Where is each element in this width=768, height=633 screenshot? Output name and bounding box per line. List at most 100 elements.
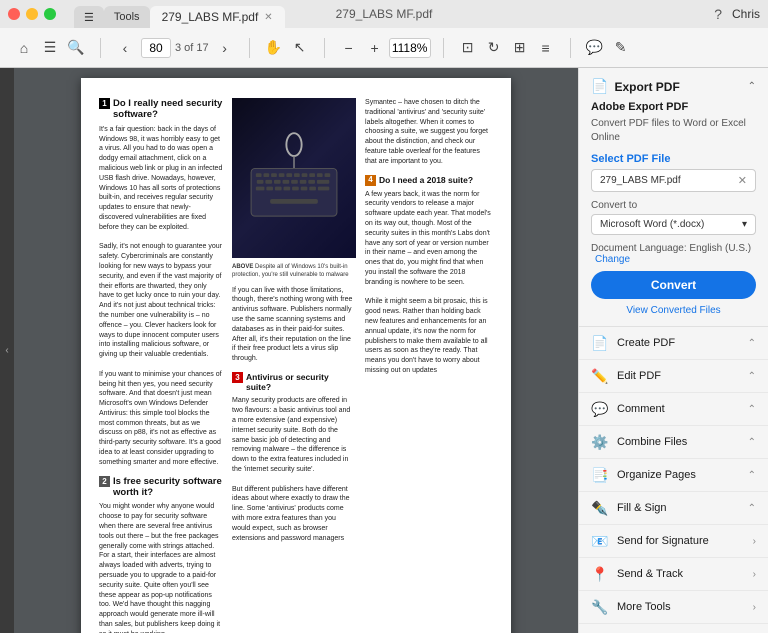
send-track-icon: 📍: [591, 565, 609, 583]
tab-bar: ☰ Tools 279_LABS MF.pdf ✕: [74, 0, 285, 28]
page-nav: ‹ 3 of 17 ›: [109, 36, 241, 60]
window-title: 279_LABS MF.pdf: [336, 7, 433, 21]
select-file-link[interactable]: Select PDF File: [591, 153, 756, 165]
zoom-out-button[interactable]: −: [337, 36, 361, 60]
send-track-action[interactable]: 📍 Send & Track ›: [579, 558, 768, 591]
separator-5: [570, 38, 571, 58]
page-input[interactable]: [141, 38, 171, 58]
help-icon[interactable]: ?: [714, 6, 722, 22]
pdf-tab[interactable]: 279_LABS MF.pdf ✕: [150, 6, 285, 28]
pen-button[interactable]: ✎: [609, 36, 633, 60]
hand-tool-button[interactable]: ✋: [262, 36, 286, 60]
comment-action[interactable]: 💬 Comment ⌃: [579, 393, 768, 426]
zoom-tools: − +: [333, 36, 435, 60]
article1-num: 1: [99, 98, 110, 109]
view-files-link[interactable]: View Converted Files: [591, 305, 756, 316]
organize-pages-label: Organize Pages: [617, 469, 740, 481]
organize-pages-action[interactable]: 📑 Organize Pages ⌃: [579, 459, 768, 492]
change-link[interactable]: Change: [595, 254, 630, 265]
export-pdf-section: 📄 Export PDF ⌃ Adobe Export PDF Convert …: [579, 68, 768, 327]
send-signature-icon: 📧: [591, 532, 609, 550]
article1-body: It's a fair question: back in the days o…: [99, 125, 223, 468]
adobe-export-desc: Convert PDF files to Word or Excel Onlin…: [591, 117, 756, 145]
view-tools: ⊡ ↻ ⊞ ≡: [452, 36, 562, 60]
more-tools-label: More Tools: [617, 601, 745, 613]
organize-pages-chevron: ⌃: [748, 470, 756, 481]
edit-pdf-chevron: ⌃: [748, 371, 756, 382]
article3-title: Antivirus or security suite?: [246, 372, 356, 392]
export-pdf-chevron[interactable]: ⌃: [748, 81, 756, 92]
pdf-col2: ABOVE Despite all of Windows 10's built-…: [229, 98, 359, 633]
create-pdf-chevron: ⌃: [748, 338, 756, 349]
doc-language-row: Document Language: English (U.S.) Change: [591, 243, 756, 265]
export-header: 📄 Export PDF ⌃: [591, 78, 756, 95]
organize-pages-icon: 📑: [591, 466, 609, 484]
more-tools-action[interactable]: 🔧 More Tools ›: [579, 591, 768, 624]
edit-pdf-icon: ✏️: [591, 367, 609, 385]
comment-label: Comment: [617, 403, 740, 415]
adobe-export-title: Adobe Export PDF: [591, 101, 756, 113]
article-image: [232, 98, 356, 258]
two-page-button[interactable]: ⊞: [508, 36, 532, 60]
minimize-button[interactable]: [26, 8, 38, 20]
combine-files-action[interactable]: ⚙️ Combine Files ⌃: [579, 426, 768, 459]
format-select[interactable]: Microsoft Word (*.docx) ▾: [591, 214, 756, 235]
user-label: Chris: [732, 7, 760, 21]
convert-button[interactable]: Convert: [591, 271, 756, 299]
send-signature-chevron: ›: [753, 536, 756, 547]
comment-icon: 💬: [591, 400, 609, 418]
sidebar-button[interactable]: ☰: [38, 36, 62, 60]
nav-tools: ⌂ ☰ 🔍: [8, 36, 92, 60]
fill-sign-label: Fill & Sign: [617, 502, 740, 514]
left-arrow-icon: ‹: [5, 345, 8, 356]
send-for-signature-action[interactable]: 📧 Send for Signature ›: [579, 525, 768, 558]
close-button[interactable]: [8, 8, 20, 20]
pdf-viewer[interactable]: 1 Do I really need security software? It…: [14, 68, 578, 633]
file-clear-icon[interactable]: ✕: [738, 174, 747, 187]
app-menu-item[interactable]: ☰: [74, 6, 104, 28]
next-page-button[interactable]: ›: [213, 36, 237, 60]
comment-button[interactable]: 💬: [583, 36, 607, 60]
doc-cloud-section: You have a free Document Cloud account U…: [579, 624, 768, 633]
rotate-button[interactable]: ↻: [482, 36, 506, 60]
home-button[interactable]: ⌂: [12, 36, 36, 60]
article2-title: Is free security software worth it?: [113, 476, 223, 499]
send-track-chevron: ›: [753, 569, 756, 580]
tools-menu[interactable]: Tools: [104, 6, 150, 28]
toolbar: ⌂ ☰ 🔍 ‹ 3 of 17 › ✋ ↖ − + ⊡ ↻ ⊞ ≡ 💬 ✎: [0, 28, 768, 68]
doc-language-value: English (U.S.): [689, 243, 751, 254]
maximize-button[interactable]: [44, 8, 56, 20]
fit-page-button[interactable]: ⊡: [456, 36, 480, 60]
annotation-tools: 💬 ✎: [579, 36, 637, 60]
file-selector[interactable]: 279_LABS MF.pdf ✕: [591, 169, 756, 192]
prev-page-button[interactable]: ‹: [113, 36, 137, 60]
tab-close-icon[interactable]: ✕: [264, 12, 272, 23]
pdf-page: 1 Do I really need security software? It…: [81, 78, 511, 633]
article4-num: 4: [365, 175, 376, 186]
create-pdf-icon: 📄: [591, 334, 609, 352]
zoom-in-button[interactable]: +: [363, 36, 387, 60]
separator-3: [324, 38, 325, 58]
article3-num: 3: [232, 372, 243, 383]
send-track-label: Send & Track: [617, 568, 745, 580]
search-button[interactable]: 🔍: [64, 36, 88, 60]
zoom-input[interactable]: [389, 38, 431, 58]
fill-sign-icon: ✒️: [591, 499, 609, 517]
combine-files-chevron: ⌃: [748, 437, 756, 448]
combine-files-icon: ⚙️: [591, 433, 609, 451]
fill-sign-action[interactable]: ✒️ Fill & Sign ⌃: [579, 492, 768, 525]
tools-label: Tools: [114, 11, 140, 23]
article1-title: Do I really need security software?: [113, 98, 223, 121]
create-pdf-action[interactable]: 📄 Create PDF ⌃: [579, 327, 768, 360]
article2-num: 2: [99, 476, 110, 487]
cursor-tool-button[interactable]: ↖: [288, 36, 312, 60]
convert-to-label: Convert to: [591, 200, 756, 211]
edit-pdf-action[interactable]: ✏️ Edit PDF ⌃: [579, 360, 768, 393]
scroll-button[interactable]: ≡: [534, 36, 558, 60]
separator-1: [100, 38, 101, 58]
image-caption: ABOVE Despite all of Windows 10's built-…: [232, 264, 356, 280]
article4-title: Do I need a 2018 suite?: [379, 175, 473, 185]
left-panel-toggle[interactable]: ‹: [0, 68, 14, 633]
pdf-col3: Symantec – have chosen to ditch the trad…: [359, 98, 493, 633]
export-pdf-title: Export PDF: [614, 80, 679, 94]
